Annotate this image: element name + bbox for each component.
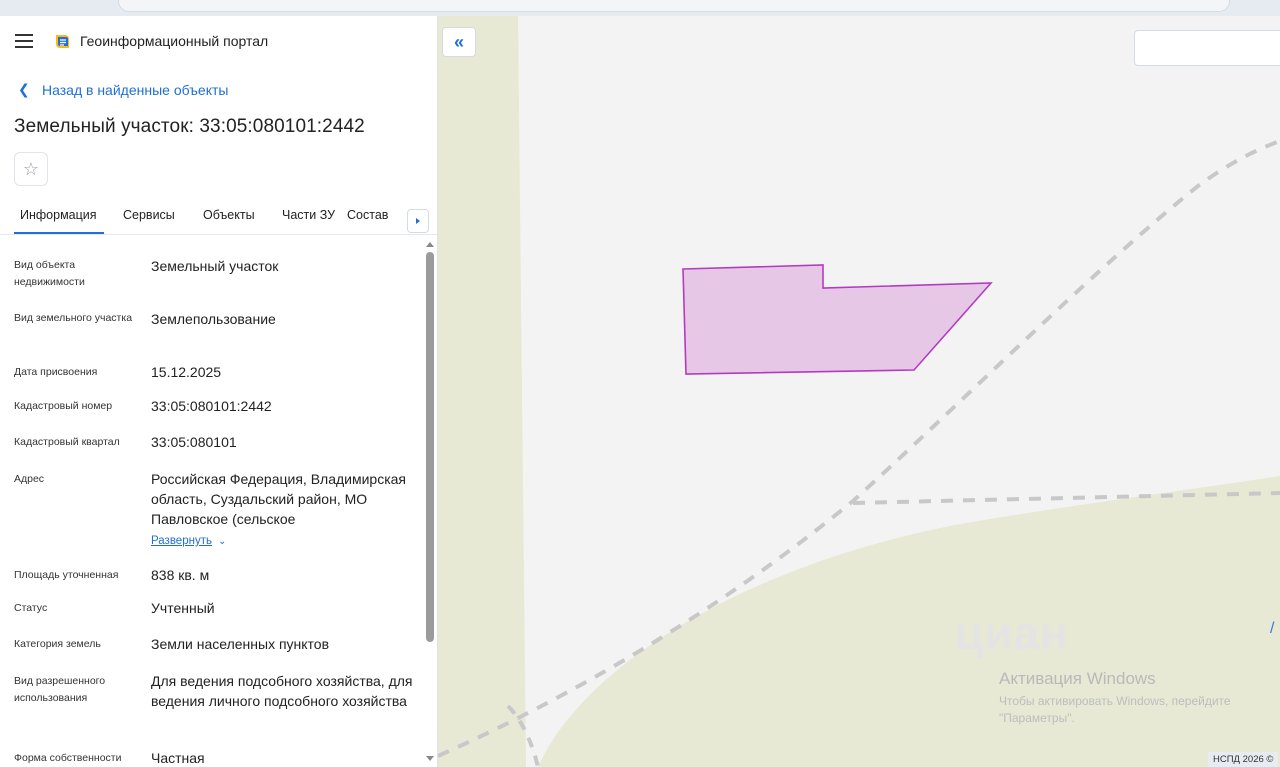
property-value: Землепользование bbox=[151, 311, 276, 327]
star-icon: ☆ bbox=[22, 158, 40, 179]
windows-activation-subtitle: Чтобы активировать Windows, перейдите "П… bbox=[999, 694, 1231, 725]
browser-address-bar[interactable] bbox=[118, 0, 1230, 12]
green-area-left bbox=[438, 16, 526, 767]
property-label: Кадастровый квартал bbox=[14, 436, 120, 448]
properties-list: Вид объекта недвижимости Земельный участ… bbox=[0, 242, 425, 767]
property-label: Форма собственности bbox=[14, 752, 122, 764]
tab-bar: Информация Сервисы Объекты Части ЗУ Сост… bbox=[0, 204, 437, 235]
tab-parts[interactable]: Части ЗУ bbox=[282, 208, 335, 222]
property-value: 33:05:080101 bbox=[151, 434, 237, 450]
active-tab-indicator bbox=[14, 232, 104, 234]
land-parcel-polygon[interactable] bbox=[682, 264, 993, 375]
property-label: Категория земель bbox=[14, 638, 101, 650]
property-label: Адрес bbox=[14, 473, 45, 485]
property-value: 15.12.2025 bbox=[151, 364, 222, 380]
tab-composition[interactable]: Состав bbox=[347, 208, 388, 222]
favorite-button[interactable]: ☆ bbox=[14, 152, 48, 186]
map-watermark: циан bbox=[955, 607, 1069, 659]
scroll-down-arrow-icon[interactable] bbox=[426, 756, 434, 761]
page-title: Земельный участок: 33:05:080101:2442 bbox=[14, 116, 365, 137]
back-to-results-link[interactable]: ❮ Назад в найденные объекты bbox=[18, 81, 228, 98]
double-chevron-left-icon: « bbox=[453, 31, 464, 52]
property-value: Частная bbox=[151, 750, 205, 766]
property-label: Кадастровый номер bbox=[14, 400, 113, 412]
property-label: Статус bbox=[14, 602, 48, 614]
property-value-address: Российская Федерация, Владимирская облас… bbox=[151, 469, 416, 552]
property-value: 33:05:080101:2442 bbox=[151, 398, 272, 414]
property-label: Дата присвоения bbox=[14, 366, 98, 378]
address-text: Российская Федерация, Владимирская облас… bbox=[151, 471, 407, 527]
back-link-label: Назад в найденные объекты bbox=[42, 81, 229, 98]
scrollbar-thumb[interactable] bbox=[426, 252, 434, 642]
chevron-right-icon bbox=[416, 218, 420, 224]
property-value: Земли населенных пунктов bbox=[151, 636, 330, 652]
property-label: Вид объекта недвижимости bbox=[14, 259, 85, 288]
windows-activation-title: Активация Windows bbox=[999, 669, 1156, 688]
property-label: Вид земельного участка bbox=[14, 312, 133, 324]
map-attribution: НСПД 2026 © bbox=[1208, 752, 1279, 767]
panel-header: Геоинформационный портал bbox=[0, 16, 437, 68]
map-layer bbox=[438, 16, 1280, 767]
expand-address-link[interactable]: Развернуть bbox=[151, 535, 212, 547]
tabs-scroll-right-button[interactable] bbox=[407, 209, 429, 233]
tab-objects[interactable]: Объекты bbox=[203, 208, 255, 222]
info-panel: Геоинформационный портал ❮ Назад в найде… bbox=[0, 16, 438, 767]
property-value: Учтенный bbox=[151, 600, 215, 616]
property-value: Для ведения подсобного хозяйства, для ве… bbox=[151, 673, 413, 709]
hamburger-icon[interactable] bbox=[15, 34, 33, 48]
property-label: Площадь уточненная bbox=[14, 569, 119, 581]
tab-services[interactable]: Сервисы bbox=[123, 208, 175, 222]
portal-logo-icon bbox=[56, 35, 69, 48]
map-control-icon[interactable]: / bbox=[1270, 620, 1274, 638]
collapse-panel-button[interactable]: « bbox=[442, 27, 476, 57]
property-value: 838 кв. м bbox=[151, 567, 210, 583]
app-title: Геоинформационный портал bbox=[80, 33, 269, 49]
tab-information[interactable]: Информация bbox=[20, 208, 97, 222]
property-value: Земельный участок bbox=[151, 258, 279, 274]
map-search-input[interactable] bbox=[1134, 30, 1280, 66]
property-label: Вид разрешенного использования bbox=[14, 675, 106, 704]
scroll-up-arrow-icon[interactable] bbox=[426, 242, 434, 247]
browser-top-strip bbox=[0, 0, 1280, 16]
chevron-left-icon: ❮ bbox=[18, 81, 30, 97]
map-canvas[interactable]: циан bbox=[438, 16, 1280, 767]
chevron-down-icon: ⌄ bbox=[217, 536, 227, 547]
properties-scrollbar[interactable] bbox=[425, 242, 435, 767]
